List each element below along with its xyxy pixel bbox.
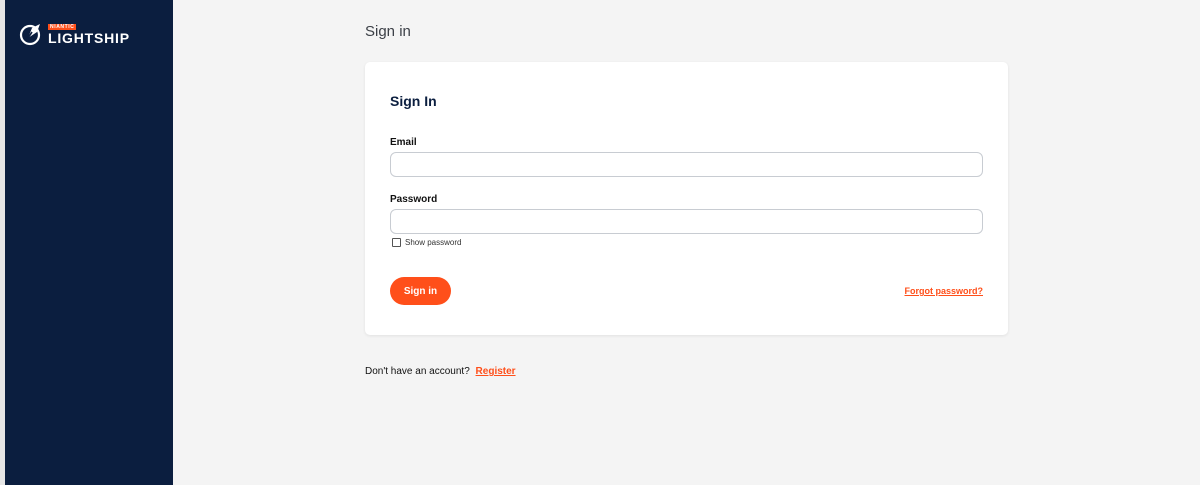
register-link[interactable]: Register [476,366,516,377]
password-label: Password [390,194,438,205]
page-title: Sign in [365,23,411,40]
sidebar: NIANTIC LIGHTSHIP [5,0,173,485]
logo-badge: NIANTIC [48,23,77,30]
logo[interactable]: NIANTIC LIGHTSHIP [19,22,130,46]
sign-in-button[interactable]: Sign in [390,277,451,305]
lightship-logo-icon [19,24,41,46]
sign-in-card: Sign In Email Password Show password Sig… [365,62,1008,335]
forgot-password-link[interactable]: Forgot password? [905,286,984,296]
show-password-toggle[interactable]: Show password [392,238,461,247]
email-label: Email [390,137,417,148]
register-row: Don't have an account? Register [365,366,516,377]
logo-text: NIANTIC LIGHTSHIP [48,23,130,46]
logo-name: LIGHTSHIP [48,29,130,46]
show-password-label: Show password [405,238,462,247]
password-field[interactable] [390,209,983,234]
show-password-checkbox[interactable] [392,238,401,247]
card-title: Sign In [390,93,437,109]
register-prompt: Don't have an account? [365,366,470,377]
email-field[interactable] [390,152,983,177]
